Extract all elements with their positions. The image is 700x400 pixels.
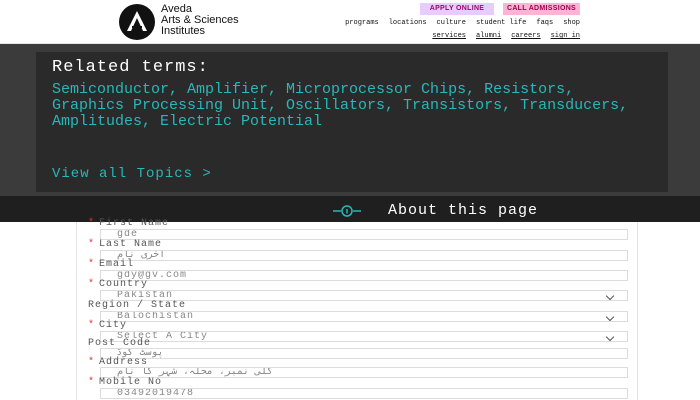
brand-name: Aveda Arts & Sciences Institutes (161, 4, 239, 37)
nav-item-locations[interactable]: locations (389, 19, 427, 27)
email-field[interactable]: gdy@gv.com (100, 270, 628, 281)
label-country: * Country (88, 279, 149, 290)
city-select[interactable]: Select A City (100, 331, 628, 342)
brand-line-3: Institutes (161, 25, 206, 37)
nav-item-shop[interactable]: shop (563, 19, 580, 27)
nav-item-careers[interactable]: careers (511, 32, 540, 40)
apply-online-button[interactable]: APPLY ONLINE (420, 3, 494, 15)
site-header: Aveda Arts & Sciences Institutes APPLY O… (0, 0, 700, 44)
nav-item-programs[interactable]: programs (345, 19, 379, 27)
mobile-no-field[interactable]: 03492019478 (100, 388, 628, 399)
label-first-name: * First Name (88, 218, 170, 229)
post-code-field[interactable]: پوسٹ کوڈ (100, 348, 628, 359)
label-region-state: Region / State (88, 300, 187, 311)
related-terms-title: Related terms: (52, 58, 209, 77)
last-name-field[interactable]: اخری نام (100, 250, 628, 261)
region-state-select[interactable]: Balochistan (100, 311, 628, 322)
address-field[interactable]: گلی نمبر، محلہ، شہر کا نام (100, 367, 628, 378)
call-admissions-button[interactable]: CALL ADMISSIONS (503, 3, 580, 15)
aveda-logo-icon (119, 4, 155, 40)
nav-item-culture[interactable]: culture (437, 19, 466, 27)
label-email: * Email (88, 259, 135, 270)
related-terms-list[interactable]: Semiconductor, Amplifier, Microprocessor… (52, 82, 652, 130)
info-circle-icon (333, 205, 361, 217)
label-city: * City (88, 320, 128, 331)
view-all-topics-link[interactable]: View all Topics > (52, 166, 212, 182)
first-name-field[interactable]: gde (100, 229, 628, 240)
primary-nav: programs locations culture student life … (345, 19, 580, 27)
brand-logo[interactable]: Aveda Arts & Sciences Institutes (119, 4, 239, 40)
nav-item-faqs[interactable]: faqs (536, 19, 553, 27)
label-mobile-no: * Mobile No (88, 377, 163, 388)
nav-item-services[interactable]: services (432, 32, 466, 40)
label-last-name: * Last Name (88, 239, 163, 250)
secondary-nav: services alumni careers sign in (432, 32, 580, 40)
nav-item-sign-in[interactable]: sign in (551, 32, 580, 40)
about-this-page-link[interactable]: About this page (388, 202, 538, 219)
nav-item-student-life[interactable]: student life (476, 19, 526, 27)
nav-item-alumni[interactable]: alumni (476, 32, 501, 40)
